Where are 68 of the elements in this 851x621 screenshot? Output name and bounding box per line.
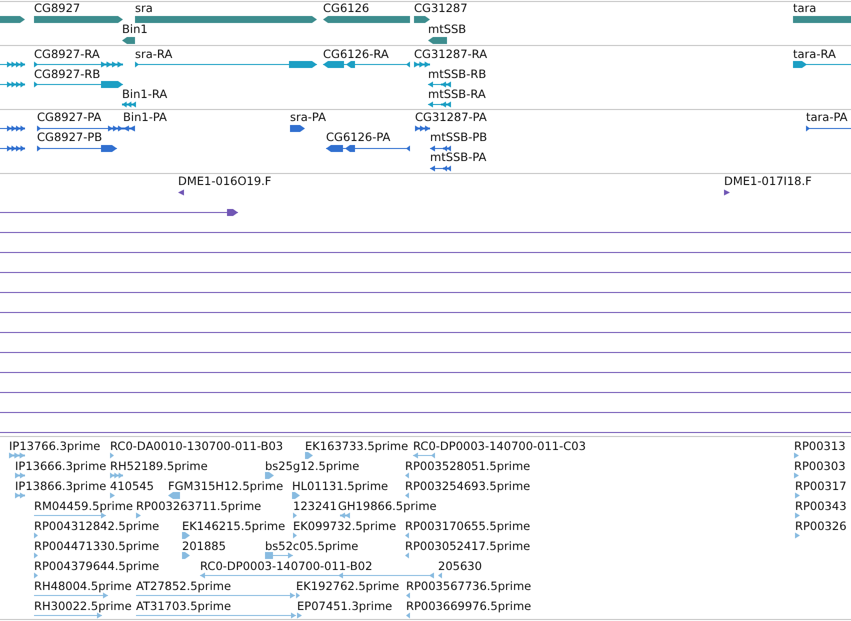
feature-label: 410545 [110, 480, 154, 492]
feature-label: GH19866.5prime [338, 500, 437, 512]
feature-label: mtSSB-PB [430, 131, 488, 144]
feature-label: CG31287-RA [414, 48, 488, 60]
feature-label: sra-RA [135, 48, 172, 60]
feature-label: 201885 [182, 540, 226, 552]
feature-label: AT31703.5prime [136, 600, 232, 612]
feature-label: Bin1-PA [123, 111, 167, 124]
feature-label: CG31287 [414, 2, 468, 14]
feature-label: RP003669976.5prime [406, 600, 532, 612]
feature-label: RP004379644.5prime [34, 560, 160, 572]
feature-label: RH30022.5prime [34, 600, 132, 612]
feature-label: mtSSB [428, 23, 466, 36]
feature-label: RP004471330.5prime [34, 540, 160, 552]
feature-label: RP00313 [794, 440, 846, 452]
feature-label: DME1-017I18.F [724, 175, 812, 188]
feature-label: bs52c05.5prime [265, 540, 358, 552]
feature-label: tara [793, 2, 816, 14]
feature-label: RC0-DP0003-140700-011-C03 [413, 440, 586, 452]
feature-label: mtSSB-PA [430, 151, 486, 164]
feature-label: RP003052417.5prime [405, 540, 530, 552]
feature-label: CG8927-PB [37, 131, 102, 144]
feature-label: IP13866.3prime [15, 480, 106, 492]
feature-label: RP00326 [795, 520, 847, 532]
feature-label: RM04459.5prime [34, 500, 133, 512]
feature-label: mtSSB-RB [428, 68, 486, 80]
feature-label: 205630 [438, 560, 482, 572]
feature-label: RP00343 [795, 500, 847, 512]
feature-label: RH52189.5prime [110, 460, 208, 472]
feature-label: RP003263711.5prime [136, 500, 262, 512]
feature-label: RP00317 [795, 480, 847, 492]
feature-label: RP00303 [794, 460, 846, 472]
feature-label: IP13666.3prime [15, 460, 106, 472]
feature-label: sra [135, 2, 153, 14]
feature-label: Bin1-RA [122, 88, 168, 100]
feature-label: EK192762.5prime [296, 580, 400, 592]
feature-label: RP003170655.5prime [405, 520, 530, 532]
feature-label: CG6126-PA [326, 131, 390, 144]
feature-label: CG6126-RA [323, 48, 389, 60]
feature-label: CG31287-PA [415, 111, 487, 124]
feature-label: 123241 [293, 500, 337, 512]
feature-label: HL01131.5prime [292, 480, 388, 492]
feature-label: bs25g12.5prime [265, 460, 360, 472]
feature-label: RP003254693.5prime [405, 480, 530, 492]
feature-label: CG8927-PA [37, 111, 102, 124]
feature-label: RC0-DA0010-130700-011-B03 [110, 440, 284, 452]
feature-label: EP07451.3prime [297, 600, 392, 612]
feature-label: RP003528051.5prime [405, 460, 530, 472]
feature-label: CG8927-RA [34, 48, 100, 60]
feature-label: RP003567736.5prime [406, 580, 532, 592]
feature-label: DME1-016O19.F [178, 175, 272, 188]
feature-label: FGM315H12.5prime [168, 480, 284, 492]
feature-label: IP13766.3prime [9, 440, 100, 452]
feature-label: RC0-DP0003-140700-011-B02 [200, 560, 372, 572]
feature-label: AT27852.5prime [136, 580, 232, 592]
feature-label: RP004312842.5prime [34, 520, 160, 532]
feature-label: mtSSB-RA [428, 88, 486, 100]
feature-label: CG8927 [34, 2, 80, 14]
feature-label: RH48004.5prime [34, 580, 132, 592]
feature-label: sra-PA [290, 111, 326, 124]
feature-label: EK146215.5prime [182, 520, 286, 532]
feature-label: Bin1 [122, 23, 148, 36]
feature-label: EK163733.5prime [305, 440, 408, 452]
feature-label: CG6126 [323, 2, 370, 14]
feature-label: tara-PA [806, 111, 848, 124]
feature-label: EK099732.5prime [293, 520, 396, 532]
feature-label: CG8927-RB [34, 68, 100, 80]
feature-label: tara-RA [793, 48, 836, 60]
